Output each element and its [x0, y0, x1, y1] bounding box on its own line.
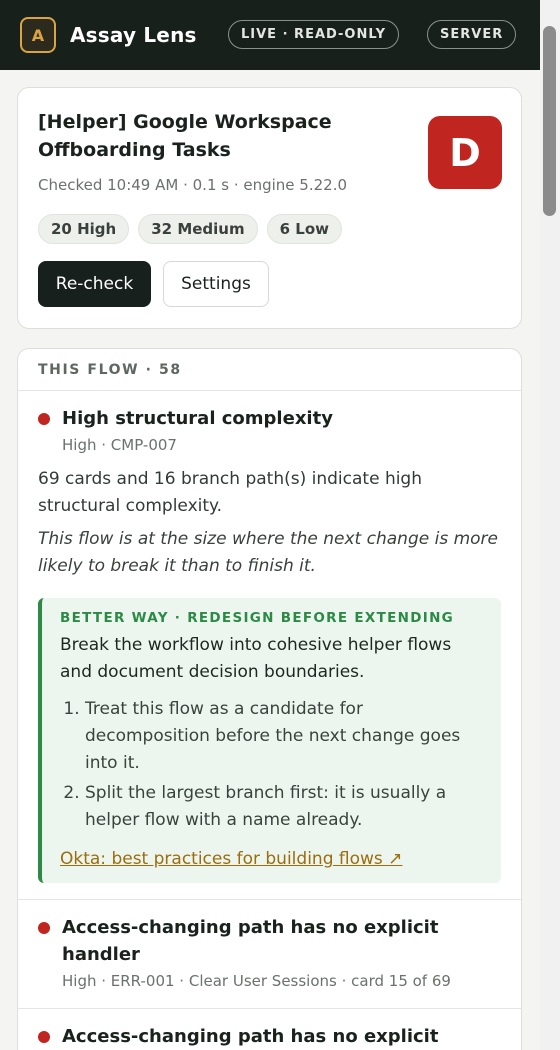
count-medium[interactable]: 32 Medium	[138, 214, 258, 244]
issue-meta: High · ERR-001 · Clear User Sessions · c…	[62, 972, 451, 990]
issue-description: 69 cards and 16 branch path(s) indicate …	[38, 469, 423, 516]
issue-title: High structural complexity	[62, 408, 333, 429]
severity-counts: 20 High 32 Medium 6 Low	[38, 214, 501, 244]
severity-dot	[38, 1031, 50, 1043]
summary-actions: Re-check Settings	[38, 261, 501, 307]
better-way-text: Break the workflow into cohesive helper …	[60, 635, 452, 682]
scrollbar-thumb[interactable]	[543, 26, 556, 216]
app-title: Assay Lens	[70, 23, 197, 47]
better-way-step: Treat this flow as a candidate for decom…	[85, 696, 483, 777]
count-high[interactable]: 20 High	[38, 214, 130, 244]
issue-item[interactable]: High structural complexity High · CMP-00…	[18, 391, 521, 900]
issue-note: This flow is at the size where the next …	[38, 529, 498, 576]
better-way-label: BETTER WAY · REDESIGN BEFORE EXTENDING	[60, 610, 455, 626]
best-practices-link[interactable]: Okta: best practices for building flows …	[60, 849, 402, 869]
settings-button[interactable]: Settings	[163, 261, 269, 307]
issues-card: THIS FLOW · 58 High structural complexit…	[17, 348, 522, 1050]
severity-dot	[38, 922, 50, 934]
severity-dot	[38, 413, 50, 425]
issue-item[interactable]: Access-changing path has no explicit han…	[18, 1009, 521, 1050]
count-low[interactable]: 6 Low	[266, 214, 342, 244]
mode-pill: LIVE · READ-ONLY	[228, 20, 400, 49]
issue-meta: High · CMP-007	[62, 436, 177, 454]
issue-title: Access-changing path has no explicit han…	[62, 1026, 439, 1047]
section-header: THIS FLOW · 58	[18, 349, 521, 391]
better-way-steps: Treat this flow as a candidate for decom…	[60, 696, 483, 834]
grade-badge: D	[428, 116, 502, 189]
issue-item[interactable]: Access-changing path has no explicit han…	[18, 900, 521, 1009]
top-bar: A Assay Lens LIVE · READ-ONLY SERVER	[0, 0, 540, 70]
app-logo: A	[20, 17, 56, 53]
scrollbar[interactable]	[540, 0, 560, 1050]
server-pill[interactable]: SERVER	[427, 20, 517, 49]
issue-title: Access-changing path has no explicit han…	[62, 917, 439, 965]
recheck-button[interactable]: Re-check	[38, 261, 151, 307]
better-way-step: Split the largest branch first: it is us…	[85, 780, 483, 834]
summary-card: [Helper] Google Workspace Offboarding Ta…	[17, 87, 522, 329]
better-way-panel: BETTER WAY · REDESIGN BEFORE EXTENDING B…	[38, 598, 501, 883]
flow-title: [Helper] Google Workspace Offboarding Ta…	[38, 111, 332, 161]
